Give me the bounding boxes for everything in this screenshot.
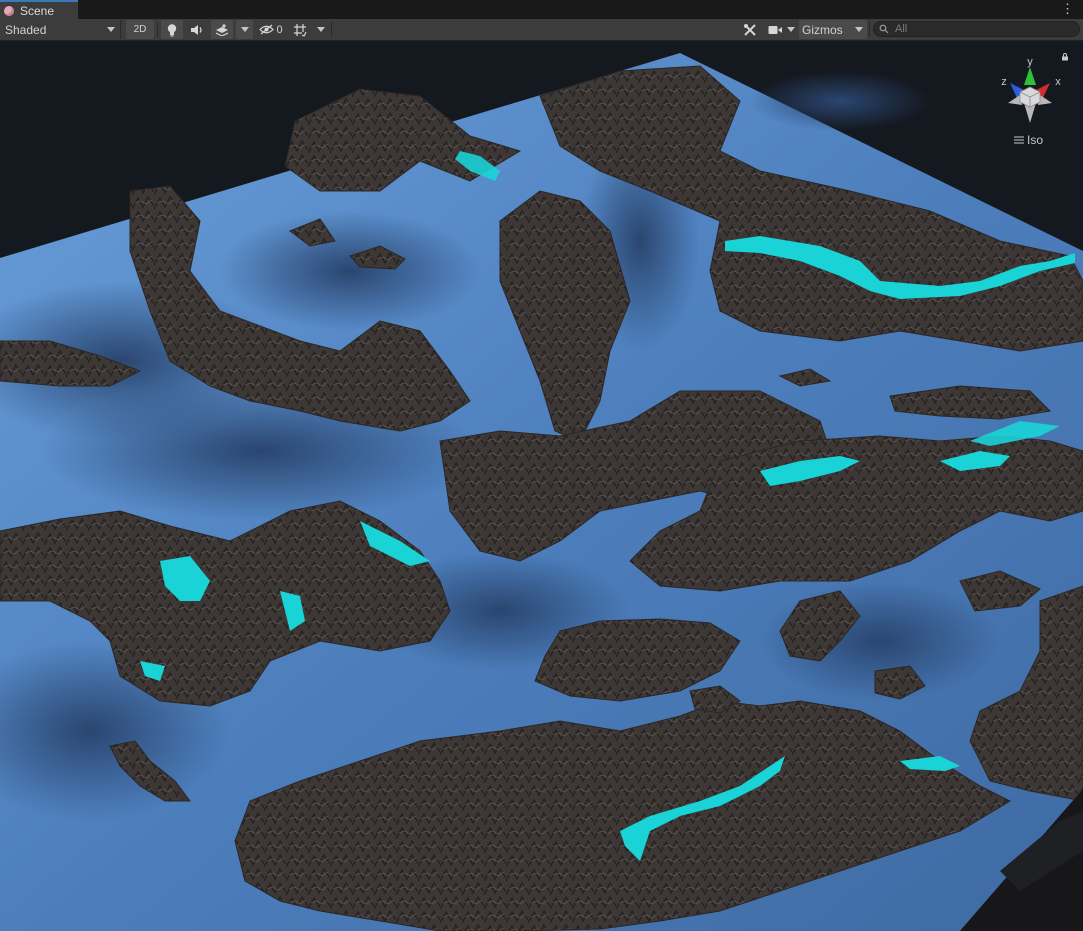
toolbar-divider <box>157 22 158 37</box>
chevron-down-icon <box>317 27 325 32</box>
scene-visibility-button[interactable]: 0 <box>257 20 285 39</box>
terrain-render <box>0 41 1083 931</box>
lock-icon[interactable] <box>1061 53 1069 61</box>
chevron-down-icon <box>855 27 863 32</box>
z-axis-label: z <box>1001 76 1007 88</box>
hamburger-icon <box>1014 136 1024 144</box>
lighting-toggle-button[interactable] <box>161 20 183 39</box>
scene-tab-label: Scene <box>20 3 55 18</box>
chevron-down-icon <box>107 27 115 32</box>
projection-label: Iso <box>1027 133 1044 147</box>
gizmos-label: Gizmos <box>802 22 843 37</box>
scene-tools-button[interactable] <box>739 20 761 39</box>
hierarchy-search-input[interactable]: All <box>873 21 1080 37</box>
visibility-icon <box>259 24 275 35</box>
projection-toggle[interactable]: Iso <box>1014 133 1043 147</box>
chevron-down-icon <box>786 27 795 32</box>
shading-mode-dropdown[interactable]: Shaded <box>0 20 121 39</box>
camera-icon <box>768 25 782 34</box>
search-placeholder: All <box>895 23 908 35</box>
grid-icon <box>294 23 307 37</box>
audio-icon <box>191 24 202 35</box>
grid-dropdown[interactable] <box>313 20 329 39</box>
shading-mode-label: Shaded <box>5 22 47 37</box>
tools-icon <box>744 23 756 36</box>
toggle-2d-button[interactable]: 2D <box>126 20 154 39</box>
toolbar-divider <box>869 22 870 37</box>
search-icon <box>879 24 889 34</box>
hidden-object-count: 0 <box>276 23 283 36</box>
effects-icon <box>215 24 229 36</box>
effects-toggle-button[interactable] <box>211 20 233 39</box>
audio-toggle-button[interactable] <box>186 20 208 39</box>
scene-viewport[interactable]: y x z Iso <box>0 41 1083 931</box>
grid-toggle-button[interactable] <box>290 20 310 39</box>
scene-tab[interactable]: Scene <box>0 0 78 19</box>
lightbulb-icon <box>167 23 177 36</box>
scene-icon <box>4 5 14 16</box>
chevron-down-icon <box>240 27 249 32</box>
camera-settings-button[interactable] <box>765 20 797 39</box>
effects-dropdown[interactable] <box>236 20 253 39</box>
y-axis-handle[interactable] <box>1024 67 1036 85</box>
gizmos-dropdown[interactable] <box>851 20 867 39</box>
toolbar-divider <box>331 22 332 37</box>
window-tab-bar: Scene ⋮ <box>0 0 1083 20</box>
y-axis-label: y <box>1027 56 1033 68</box>
kebab-menu-icon[interactable]: ⋮ <box>1061 2 1074 16</box>
x-axis-label: x <box>1055 76 1061 88</box>
